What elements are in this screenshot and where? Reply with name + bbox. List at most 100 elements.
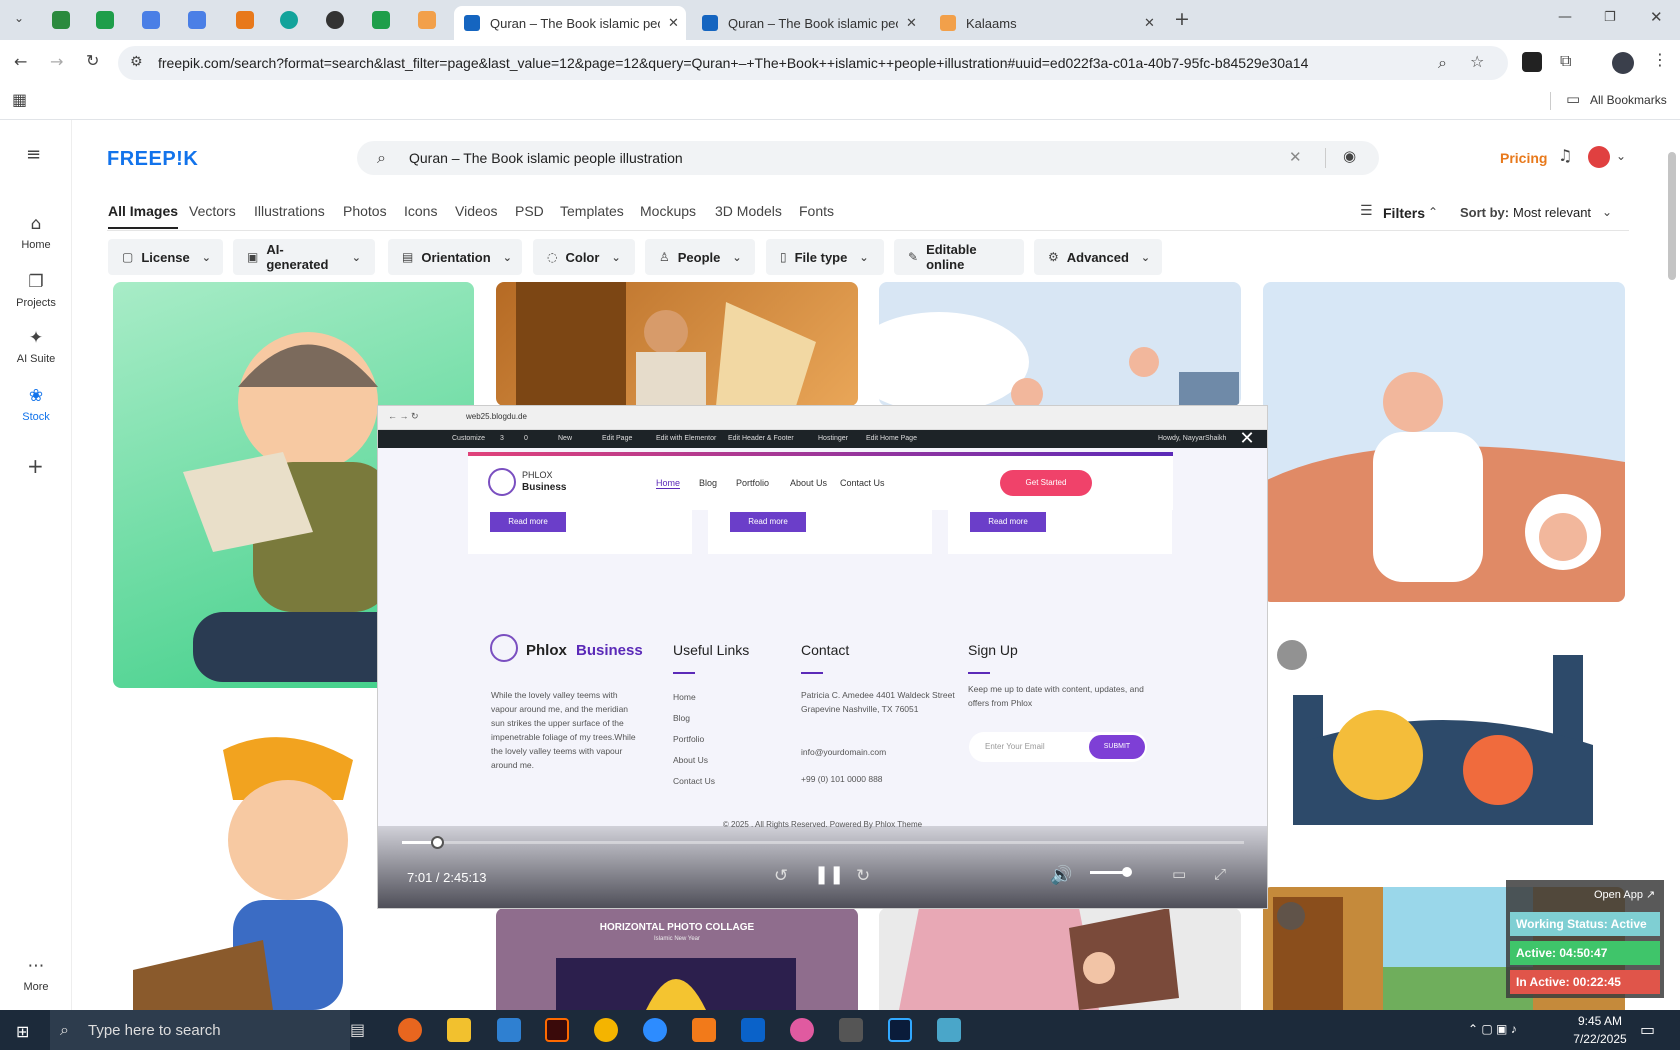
reload-icon[interactable]: ↻ (86, 53, 99, 69)
forward-10-icon[interactable]: ↻ (856, 866, 870, 886)
result-image-hajj-people[interactable] (1263, 282, 1625, 602)
vscode-app-icon[interactable] (497, 1018, 521, 1042)
nav-ai-suite[interactable]: ✦ AI Suite (0, 330, 72, 366)
open-app-link[interactable]: Open App ↗ (1594, 888, 1655, 901)
clock-date[interactable]: 7/22/2025 (1566, 1032, 1634, 1046)
app-tab-icon[interactable] (418, 11, 436, 29)
chip-orientation[interactable]: ▤ Orientation ⌄ (388, 239, 522, 275)
app-icon[interactable] (937, 1018, 961, 1042)
rewind-icon[interactable]: ↺ (774, 866, 788, 886)
chatgpt-tab-icon[interactable] (326, 11, 344, 29)
video-progress-track[interactable] (402, 841, 1244, 844)
bookmark-star-icon[interactable]: ☆ (1470, 54, 1484, 70)
address-bar[interactable]: ⚙ freepik.com/search?format=search&last_… (118, 46, 1508, 80)
photoshop-app-icon[interactable] (888, 1018, 912, 1042)
volume-icon[interactable]: 🔊 (1050, 865, 1072, 886)
nav-more[interactable]: ⋯ More (0, 958, 72, 994)
category-templates[interactable]: Templates (560, 203, 624, 219)
new-tab-icon[interactable]: + (1174, 10, 1190, 29)
chip-license[interactable]: ▢ License ⌄ (108, 239, 223, 275)
captions-icon[interactable]: ▭ (1172, 865, 1186, 883)
close-tab-icon[interactable]: ✕ (1144, 17, 1155, 30)
category-illustrations[interactable]: Illustrations (254, 203, 325, 219)
user-avatar[interactable] (1588, 146, 1610, 168)
firefox-app-icon[interactable] (398, 1018, 422, 1042)
windows-start-icon[interactable]: ⊞ (16, 1022, 34, 1041)
search-value[interactable]: Quran – The Book islamic people illustra… (409, 150, 683, 166)
result-image-boy-praying[interactable] (113, 710, 375, 1010)
pause-icon[interactable]: ❚❚ (814, 864, 844, 885)
nav-projects[interactable]: ❐ Projects (0, 274, 72, 310)
sort-dropdown[interactable]: Most relevant (1513, 205, 1591, 220)
notifications-bell-icon[interactable]: ♫ (1558, 148, 1572, 164)
sheets-tab-icon[interactable] (372, 11, 390, 29)
category-videos[interactable]: Videos (455, 203, 498, 219)
fullscreen-icon[interactable]: ⤢ (1214, 865, 1226, 883)
close-window-icon[interactable]: ✕ (1650, 10, 1663, 25)
illustrator-app-icon[interactable] (545, 1018, 569, 1042)
browser-menu-icon[interactable]: ⋮ (1652, 52, 1668, 68)
file-explorer-app-icon[interactable] (447, 1018, 471, 1042)
result-image-scholar-writing[interactable] (496, 282, 858, 406)
chip-editable-online[interactable]: ✎ Editable online (894, 239, 1024, 275)
result-image-photo-collage[interactable]: HORIZONTAL PHOTO COLLAGE Islamic New Yea… (496, 908, 858, 1010)
tab-freepik-2[interactable]: Quran – The Book islamic peop ✕ (692, 6, 924, 40)
site-info-icon[interactable]: ⚙ (130, 55, 143, 69)
profile-avatar[interactable] (1612, 52, 1634, 74)
search-input[interactable]: ⌕ Quran – The Book islamic people illust… (357, 141, 1379, 175)
category-fonts[interactable]: Fonts (799, 203, 834, 219)
xampp-app-icon[interactable] (692, 1018, 716, 1042)
app-tab-icon[interactable] (280, 11, 298, 29)
category-all-images[interactable]: All Images (108, 203, 179, 229)
folder-icon[interactable]: ▭ (1566, 92, 1580, 107)
outlook-app-icon[interactable] (741, 1018, 765, 1042)
category-psd[interactable]: PSD (515, 203, 544, 219)
add-icon[interactable]: + (27, 456, 44, 476)
nav-home[interactable]: ⌂ Home (0, 216, 72, 252)
all-bookmarks-link[interactable]: All Bookmarks (1590, 93, 1667, 107)
tab-search-icon[interactable]: ⌄ (14, 12, 24, 24)
clear-search-icon[interactable]: ✕ (1289, 150, 1302, 165)
pricing-link[interactable]: Pricing (1500, 150, 1547, 166)
freepik-logo[interactable]: FREEP!K (107, 148, 198, 171)
chrome-app-icon[interactable] (594, 1018, 618, 1042)
clock-time[interactable]: 9:45 AM (1570, 1014, 1630, 1028)
filters-button[interactable]: Filters (1383, 205, 1425, 221)
forward-icon[interactable]: → (50, 54, 63, 70)
task-view-icon[interactable]: ▤ (350, 1020, 365, 1039)
zoom-icon[interactable]: ⌕ (1438, 55, 1447, 71)
apps-grid-icon[interactable]: ▦ (12, 92, 27, 108)
camera-search-icon[interactable]: ◉ (1343, 149, 1356, 164)
chip-color[interactable]: ◌ Color ⌄ (533, 239, 635, 275)
chevron-down-icon[interactable]: ⌄ (1616, 150, 1626, 162)
extension-icon[interactable] (1522, 52, 1542, 72)
hamburger-menu-icon[interactable]: ≡ (26, 146, 41, 164)
minimize-icon[interactable]: — (1558, 10, 1572, 24)
extensions-puzzle-icon[interactable]: ⧉ (1560, 53, 1571, 69)
tray-icons[interactable]: ⌃ ▢ ▣ ♪ (1468, 1022, 1517, 1036)
zoom-app-icon[interactable] (643, 1018, 667, 1042)
notifications-icon[interactable]: ▭ (1640, 1020, 1655, 1039)
chevron-down-icon[interactable]: ⌄ (1602, 206, 1612, 218)
nav-stock[interactable]: ❀ Stock (0, 388, 72, 424)
pinned-tab-icon[interactable] (52, 11, 70, 29)
category-mockups[interactable]: Mockups (640, 203, 696, 219)
category-3d-models[interactable]: 3D Models (715, 203, 782, 219)
chevron-up-icon[interactable]: ⌃ (1428, 206, 1438, 218)
page-scrollbar[interactable] (1668, 152, 1676, 280)
app-tab-icon[interactable] (236, 11, 254, 29)
result-image-mosque-reading[interactable] (1263, 635, 1625, 835)
result-image-pilgrims[interactable] (879, 282, 1241, 406)
chip-file-type[interactable]: ▯ File type ⌄ (766, 239, 884, 275)
chip-ai-generated[interactable]: ▣ AI-generated ⌄ (233, 239, 375, 275)
chip-advanced[interactable]: ⚙ Advanced ⌄ (1034, 239, 1162, 275)
volume-handle[interactable] (1122, 867, 1132, 877)
category-vectors[interactable]: Vectors (189, 203, 236, 219)
pen-app-icon[interactable] (839, 1018, 863, 1042)
category-icons[interactable]: Icons (404, 203, 437, 219)
back-icon[interactable]: ← (14, 54, 27, 70)
app-icon[interactable] (790, 1018, 814, 1042)
close-video-icon[interactable]: ✕ (1234, 430, 1260, 448)
video-scrubber-handle[interactable] (431, 836, 445, 849)
url-text[interactable]: freepik.com/search?format=search&last_fi… (158, 55, 1408, 71)
